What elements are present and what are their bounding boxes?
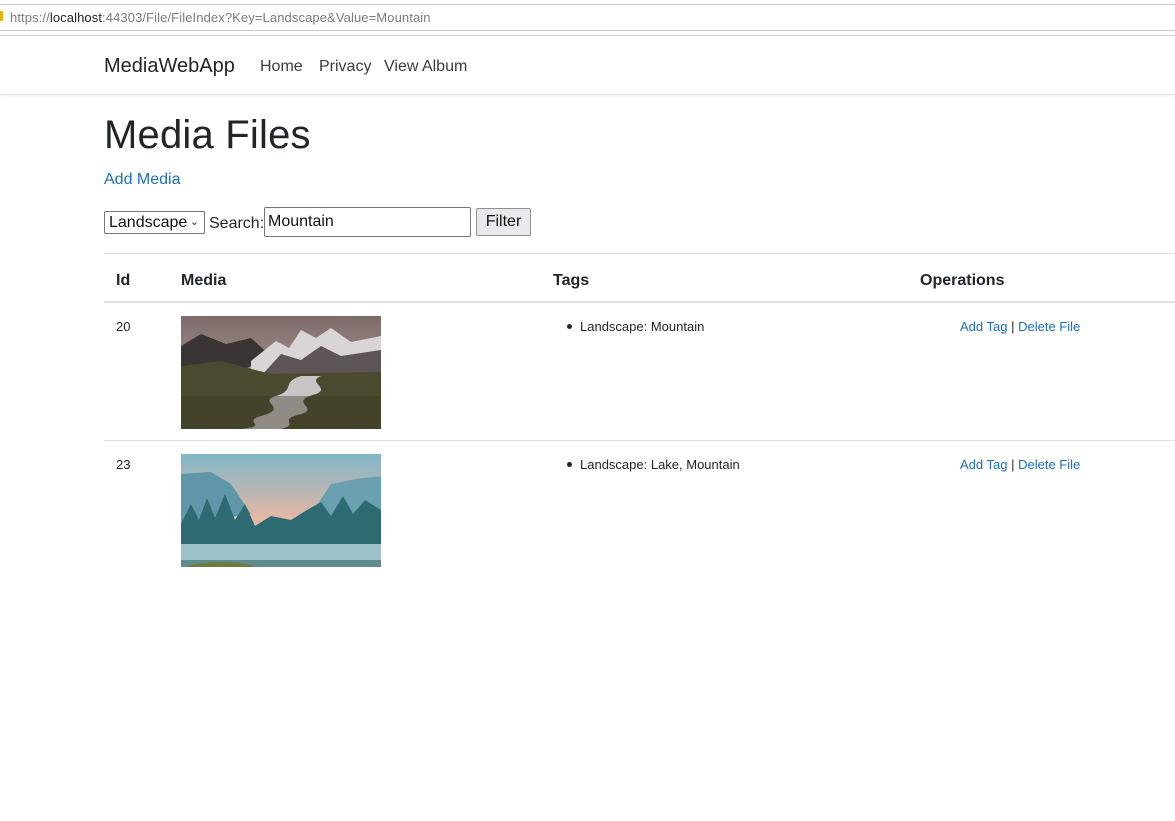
media-table: Id Media Tags Operations 20 Landscape: M… <box>104 253 1175 579</box>
add-media-link[interactable]: Add Media <box>104 171 181 189</box>
row-id: 20 <box>116 319 131 334</box>
bullet-icon <box>567 462 572 467</box>
tag-text: Landscape: Lake, Mountain <box>580 457 740 472</box>
search-input[interactable] <box>264 207 471 237</box>
page-title: Media Files <box>104 113 311 157</box>
url-text[interactable]: https://localhost:44303/File/FileIndex?K… <box>10 10 431 25</box>
tag-key-select-value: Landscape <box>109 214 188 231</box>
add-tag-link[interactable]: Add Tag <box>960 457 1007 472</box>
chevron-down-icon: ⌄ <box>189 216 199 228</box>
header-operations: Operations <box>920 272 1005 289</box>
delete-file-link[interactable]: Delete File <box>1018 319 1080 334</box>
tag-list-item: Landscape: Lake, Mountain <box>567 457 740 472</box>
table-header: Id Media Tags Operations <box>104 253 1175 303</box>
header-id: Id <box>116 272 131 289</box>
delete-file-link[interactable]: Delete File <box>1018 457 1080 472</box>
table-row: 23 Landscape: Lake, Mountain Add Tag | D… <box>104 441 1175 579</box>
nav-link-view-album[interactable]: View Album <box>384 58 467 76</box>
bullet-icon <box>567 324 572 329</box>
tag-key-select[interactable]: Landscape ⌄ <box>104 211 205 234</box>
header-tags: Tags <box>553 272 590 289</box>
row-id: 23 <box>116 457 131 472</box>
row-operations: Add Tag | Delete File <box>960 319 1080 334</box>
tag-list-item: Landscape: Mountain <box>567 319 705 334</box>
nav-link-home[interactable]: Home <box>260 58 303 76</box>
add-tag-link[interactable]: Add Tag <box>960 319 1007 334</box>
brand-link[interactable]: MediaWebApp <box>104 55 235 78</box>
search-label: Search: <box>209 215 265 232</box>
forest-lake-valley-photo[interactable] <box>181 454 381 567</box>
browser-url-bar: https://localhost:44303/File/FileIndex?K… <box>0 0 1175 36</box>
top-navbar: MediaWebApp Home Privacy View Album <box>0 37 1175 95</box>
mountain-river-photo[interactable] <box>181 316 381 429</box>
nav-link-privacy[interactable]: Privacy <box>319 58 371 76</box>
tag-text: Landscape: Mountain <box>580 319 705 334</box>
lock-icon <box>0 11 3 21</box>
url-host: localhost <box>49 10 103 25</box>
url-path: :44303/File/FileIndex?Key=Landscape&Valu… <box>102 10 431 25</box>
filter-button[interactable]: Filter <box>476 208 531 236</box>
table-row: 20 Landscape: Mountain Add Tag | Delete … <box>104 303 1175 441</box>
header-media: Media <box>181 272 227 289</box>
row-operations: Add Tag | Delete File <box>960 457 1080 472</box>
url-scheme: https:// <box>10 10 50 25</box>
